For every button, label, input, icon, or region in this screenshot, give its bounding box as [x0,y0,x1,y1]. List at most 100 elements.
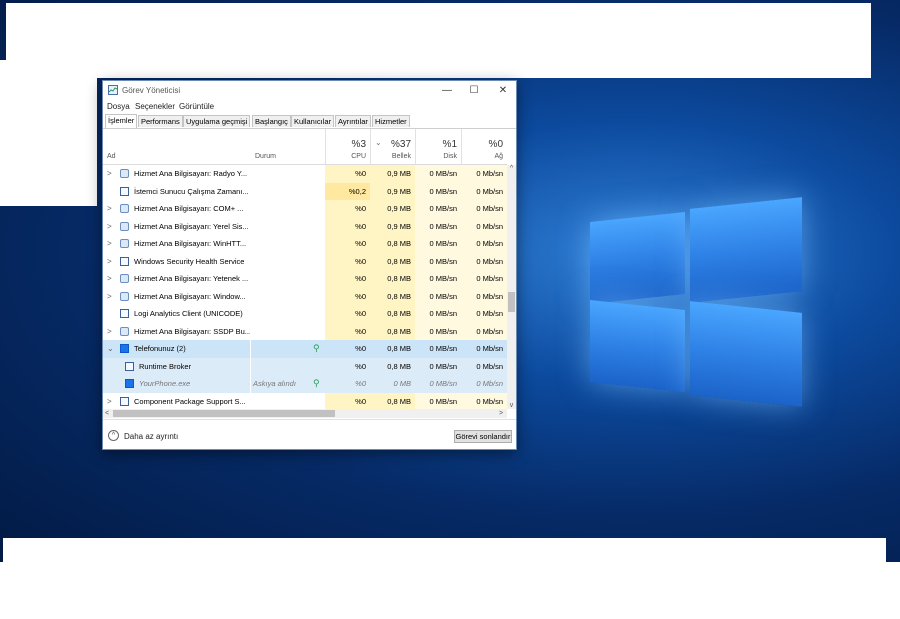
memory-cell: 0,8 MB [370,357,415,375]
phone-app-icon [125,379,134,388]
process-name: Hizmet Ana Bilgisayarı: WinHTT... [134,239,247,248]
table-row[interactable]: > Hizmet Ana Bilgisayarı: Radyo Y... %0 0,9… [103,165,507,183]
overlay-panel-top [6,3,871,78]
process-name-cell: > Hizmet Ana Bilgisayarı: Yerel Sis... [103,218,250,236]
status-cell [251,305,325,323]
memory-cell: 0,9 MB [370,165,415,183]
table-row[interactable]: Logi Analytics Client (UNICODE) %0 0,8 MB 0… [103,305,507,323]
table-row[interactable]: > Hizmet Ana Bilgisayarı: Window... %0 0,8 … [103,287,507,306]
cpu-cell: %0 [325,217,370,235]
disk-cell: 0 MB/sn [415,235,461,253]
tab-processes[interactable]: İşlemler [105,114,138,128]
table-row[interactable]: > Hizmet Ana Bilgisayarı: SSDP Bu... %0 0,8… [103,322,507,341]
chevron-right-icon[interactable]: > [107,165,115,183]
status-cell [251,253,325,271]
end-task-button[interactable]: Görevi sonlandır [454,430,512,443]
chevron-right-icon[interactable]: > [107,270,115,288]
maximize-button[interactable]: ☐ [463,83,485,98]
chevron-right-icon[interactable]: > [107,323,115,341]
column-header-name[interactable]: Ad [103,129,251,164]
disk-cell: 0 MB/sn [415,322,461,340]
memory-cell: 0,8 MB [370,252,415,270]
horizontal-scrollbar[interactable]: < > [103,409,507,418]
table-row[interactable]: > Hizmet Ana Bilgisayarı: COM+ ... %0 0,9 M… [103,200,507,218]
column-header-status[interactable]: Durum [251,129,325,164]
process-name-cell: > Hizmet Ana Bilgisayarı: Radyo Y... [103,165,250,183]
app-window-icon [120,256,129,266]
chevron-right-icon[interactable]: > [107,393,115,410]
table-row[interactable]: YourPhone.exe Askıya alındı ⚲ %0 0 MB 0 MB/sn… [103,375,507,393]
cpu-cell: %0 [325,322,370,340]
tab-performance[interactable]: Performans [138,115,183,127]
status-cell [251,357,325,375]
chevron-right-icon[interactable]: > [107,235,115,253]
disk-cell: 0 MB/sn [415,200,461,218]
table-row[interactable]: Runtime Broker %0 0,8 MB 0 MB/sn 0 Mb/sn [103,357,507,375]
vertical-scrollbar[interactable]: ^ v [507,165,516,409]
cpu-cell: %0 [325,200,370,218]
tab-bar: İşlemler Performans Uygulama geçmişi Baş… [103,114,516,129]
table-row[interactable]: > Component Package Support S... %0 0,8 MB 0… [103,392,507,410]
service-gear-icon [120,291,129,301]
chevron-right-icon[interactable]: > [107,218,115,236]
table-row[interactable]: > Hizmet Ana Bilgisayarı: Yetenek ... %0 0,… [103,270,507,288]
process-name-cell: > Hizmet Ana Bilgisayarı: WinHTT... [103,235,250,253]
cpu-cell: %0,2 [325,182,370,200]
tab-details[interactable]: Ayrıntılar [335,115,371,127]
disk-cell: 0 MB/sn [415,182,461,200]
column-header-disk[interactable]: %1 Disk [415,129,461,164]
tab-users[interactable]: Kullanıcılar [291,115,335,127]
chevron-right-icon[interactable]: > [107,200,115,218]
task-manager-icon [108,85,118,95]
chevron-up-circle-icon[interactable]: ^ [108,430,119,441]
scroll-right-icon[interactable]: > [499,409,503,418]
column-header-network[interactable]: %0 Ağ [461,129,507,164]
menu-file[interactable]: Dosya [107,102,130,111]
process-rows: > Hizmet Ana Bilgisayarı: Radyo Y... %0 0,9… [103,165,507,409]
process-name-cell: > Hizmet Ana Bilgisayarı: SSDP Bu... [103,323,250,341]
chevron-right-icon[interactable]: > [107,288,115,306]
network-cell: 0 Mb/sn [461,340,507,358]
scroll-down-icon[interactable]: v [507,402,516,409]
cpu-cell: %0 [325,252,370,270]
horizontal-scroll-thumb[interactable] [113,410,335,417]
minimize-button[interactable]: — [436,83,458,98]
scroll-up-icon[interactable]: ^ [507,165,516,172]
service-gear-icon [120,169,129,178]
menu-options[interactable]: Seçenekler [135,102,175,111]
memory-cell: 0,9 MB [370,182,415,200]
menu-view[interactable]: Görüntüle [179,102,214,111]
column-header-memory[interactable]: ⌄ %37 Bellek [370,129,415,164]
process-name: Hizmet Ana Bilgisayarı: COM+ ... [134,204,244,213]
table-row[interactable]: ⌄ Telefonunuz (2) ⚲ %0 0,8 MB 0 MB/sn 0 Mb/sn [103,340,507,358]
task-manager-window: Görev Yöneticisi — ☐ ✕ Dosya Seçenekler … [102,80,517,450]
table-row[interactable]: İstemci Sunucu Çalışma Zamanı... %0,2 0,9 … [103,182,507,200]
disk-cell: 0 MB/sn [415,287,461,305]
title-bar[interactable]: Görev Yöneticisi — ☐ ✕ [103,81,516,100]
tab-app-history[interactable]: Uygulama geçmişi [183,115,251,127]
memory-cell: 0,8 MB [370,235,415,253]
tab-services[interactable]: Hizmetler [372,115,410,127]
table-row[interactable]: > Hizmet Ana Bilgisayarı: WinHTT... %0 0,8 … [103,235,507,253]
process-table: Ad Durum %3 CPU ⌄ %37 Bellek %1 Disk %0 … [103,129,516,419]
table-row[interactable]: > Windows Security Health Service %0 0,8 MB… [103,252,507,271]
tab-startup[interactable]: Başlangıç [252,115,291,127]
chevron-down-icon[interactable]: ⌄ [107,340,115,358]
disk-cell: 0 MB/sn [415,392,461,409]
chevron-right-icon[interactable]: > [107,253,115,271]
service-gear-icon [120,239,129,248]
disk-cell: 0 MB/sn [415,305,461,323]
status-cell [251,288,325,306]
vertical-scroll-thumb[interactable] [508,292,515,312]
status-cell [251,200,325,218]
windows-logo-icon [590,195,805,410]
process-name-cell: > Hizmet Ana Bilgisayarı: COM+ ... [103,200,250,218]
column-header-cpu[interactable]: %3 CPU [325,129,370,164]
process-name: Telefonunuz (2) [134,344,186,353]
scroll-left-icon[interactable]: < [105,409,109,418]
fewer-details-link[interactable]: Daha az ayrıntı [124,432,178,441]
disk-cell: 0 MB/sn [415,340,461,358]
table-row[interactable]: > Hizmet Ana Bilgisayarı: Yerel Sis... %0 0… [103,217,507,236]
network-cell: 0 Mb/sn [461,322,507,340]
close-button[interactable]: ✕ [492,83,514,98]
